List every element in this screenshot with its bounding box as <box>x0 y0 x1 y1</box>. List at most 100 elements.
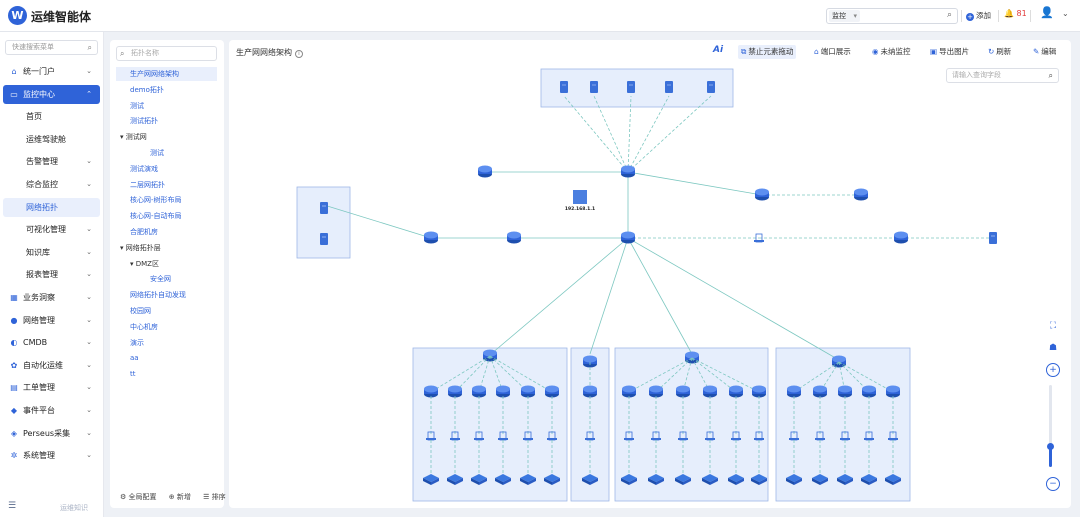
tree-item[interactable]: 测试 <box>130 99 144 113</box>
unmonitored-button[interactable]: ◉ 未纳监控 <box>869 45 914 59</box>
sidebar-item-9[interactable]: 报表管理 ⌄ <box>3 265 100 284</box>
sidebar-item-label: Perseus采集 <box>23 428 71 438</box>
sidebar-item-6[interactable]: 网络拓扑 <box>3 197 100 217</box>
sidebar-item-3[interactable]: 运维驾驶舱 <box>3 130 100 149</box>
chevron-down-icon: ⌄ <box>86 270 92 279</box>
sidebar-item-10[interactable]: ▦ 业务洞察 ⌄ <box>3 288 100 307</box>
sidebar-item-5[interactable]: 综合监控 ⌄ <box>3 175 100 194</box>
zoom-slider-fill <box>1049 446 1052 467</box>
collapse-menu-icon[interactable]: ☰ <box>8 501 16 511</box>
alerts-button[interactable]: 🔔 81 <box>1004 9 1027 18</box>
sidebar-item-11[interactable]: ● 网络管理 ⌄ <box>3 311 100 330</box>
router-icon <box>583 355 597 363</box>
sidebar-item-15[interactable]: ◆ 事件平台 ⌄ <box>3 401 100 420</box>
info-icon[interactable]: i <box>295 50 303 58</box>
tree-item[interactable]: demo拓扑 <box>130 83 164 97</box>
sidebar-item-14[interactable]: ▤ 工单管理 ⌄ <box>3 378 100 397</box>
tree-item[interactable]: 测试拓扑 <box>130 114 158 128</box>
zoom-out-icon[interactable]: − <box>1046 477 1060 491</box>
tree-item[interactable]: ▾ 网络拓扑层 <box>120 241 161 255</box>
host-icon <box>678 438 688 440</box>
port-display-button[interactable]: ⌂ 端口展示 <box>811 45 854 59</box>
router-icon <box>496 385 510 393</box>
tree-item[interactable]: 合肥机房 <box>130 225 158 239</box>
search-scope-select[interactable]: 监控 <box>829 10 860 22</box>
ai-button[interactable]: Ai <box>713 45 723 55</box>
network-link <box>627 95 712 173</box>
layout-icon[interactable]: ☗ <box>1046 342 1060 356</box>
sidebar-footer-link[interactable]: 运维知识 <box>60 503 88 513</box>
app-title: 运维智能体 <box>31 10 92 24</box>
edit-button[interactable]: ✎ 编辑 <box>1030 45 1059 59</box>
sidebar-item-label: 监控中心 <box>23 89 55 99</box>
disable-drag-label: 禁止元素拖动 <box>748 47 794 56</box>
tree-item[interactable]: 二层网拓扑 <box>130 178 165 192</box>
tree-item[interactable]: ▾ DMZ区 <box>130 257 159 271</box>
topology-search-input[interactable]: ⌕ 拓扑名称 <box>116 46 217 61</box>
tree-item[interactable]: 安全网 <box>150 272 171 286</box>
tree-item[interactable]: 网络拓扑自动发现 <box>130 288 186 302</box>
tree-item[interactable]: 中心机房 <box>130 320 158 334</box>
chevron-down-icon: ⌄ <box>86 451 92 460</box>
add-topology-button[interactable]: ⊕ 新增 <box>169 493 196 501</box>
global-search-box[interactable]: 监控 ⌕ <box>826 8 958 24</box>
topology-graph[interactable]: 192.168.1.1 <box>229 40 1071 508</box>
device-group <box>296 186 351 259</box>
chevron-down-icon: ⌄ <box>86 383 92 392</box>
tree-item[interactable]: 生产网网络架构 <box>116 67 217 81</box>
router-icon <box>752 385 766 393</box>
event-icon: ◆ <box>10 406 18 415</box>
sidebar-item-16[interactable]: ◈ Perseus采集 ⌄ <box>3 424 100 443</box>
add-button[interactable]: + 添加 <box>966 10 991 21</box>
tree-item[interactable]: 测试 <box>150 146 164 160</box>
sidebar-item-label: 网络管理 <box>23 315 55 325</box>
sidebar-item-13[interactable]: ✿ 自动化运维 ⌄ <box>3 356 100 375</box>
zoom-in-icon[interactable]: + <box>1046 363 1060 377</box>
sidebar-item-4[interactable]: 告警管理 ⌄ <box>3 152 100 171</box>
tree-item[interactable]: ▾ 测试网 <box>120 130 147 144</box>
add-label: 添加 <box>976 11 991 20</box>
sidebar-item-8[interactable]: 知识库 ⌄ <box>3 243 100 262</box>
router-icon <box>838 385 852 393</box>
tree-item[interactable]: aa <box>130 351 139 365</box>
sidebar-item-0[interactable]: ⌂ 统一门户 ⌄ <box>3 62 100 81</box>
user-icon[interactable]: 👤 <box>1040 6 1054 19</box>
sidebar-item-17[interactable]: ✲ 系统管理 ⌄ <box>3 446 100 465</box>
sort-button[interactable]: ☰ 排序 <box>203 493 231 501</box>
global-config-button[interactable]: ⚙ 全局配置 <box>120 493 162 501</box>
alert-count: 81 <box>1016 9 1027 18</box>
app-logo[interactable]: W <box>8 6 27 25</box>
sidebar: 快速搜索菜单 ⌕ ⌂ 统一门户 ⌄ ▭ 监控中心 ⌃ 首页运维驾驶舱告警管理 ⌄ 综合监控 ⌄ 网络… <box>0 32 104 517</box>
divider <box>998 10 999 22</box>
tree-footer: ⚙ 全局配置 ⊕ 新增 ☰ 排序 <box>120 492 236 502</box>
core-device-label: 192.168.1.1 <box>565 206 595 212</box>
chevron-down-icon[interactable]: ⌄ <box>1062 9 1069 18</box>
tree-item[interactable]: 演示 <box>130 336 144 350</box>
field-search-input[interactable]: 请输入查询字段 ⌕ <box>946 68 1059 83</box>
tree-item[interactable]: 核心网-自动布局 <box>130 209 182 223</box>
tree-item[interactable]: 核心网-树形布局 <box>130 193 182 207</box>
tree-item[interactable]: 测试演戏 <box>130 162 158 176</box>
topology-tree-panel: ⌕ 拓扑名称 生产网网络架构 demo拓扑 测试 测试拓扑 ▾ 测试网 测试 测试演戏 二层网… <box>110 40 226 508</box>
tree-item[interactable]: tt <box>130 367 136 381</box>
fit-screen-icon[interactable]: ⛶ <box>1046 320 1060 334</box>
zoom-slider[interactable] <box>1047 385 1054 467</box>
search-icon[interactable]: ⌕ <box>947 10 952 20</box>
router-icon <box>729 385 743 393</box>
sidebar-item-label: 首页 <box>26 112 42 122</box>
menu-search-input[interactable]: 快速搜索菜单 ⌕ <box>5 40 98 55</box>
refresh-button[interactable]: ↻ 刷新 <box>985 45 1014 59</box>
zoom-slider-handle[interactable] <box>1047 442 1054 450</box>
sidebar-item-2[interactable]: 首页 <box>3 107 100 126</box>
host-icon <box>547 438 557 440</box>
export-image-button[interactable]: ▣ 导出图片 <box>927 45 972 59</box>
sidebar-item-12[interactable]: ◐ CMDB ⌄ <box>3 333 100 352</box>
tree-item-label: 校园网 <box>130 307 151 315</box>
device-group <box>614 347 769 502</box>
disable-drag-button[interactable]: ⧉ 禁止元素拖动 <box>738 45 797 59</box>
export-image-label: 导出图片 <box>939 47 970 56</box>
tree-item[interactable]: 校园网 <box>130 304 151 318</box>
sidebar-item-7[interactable]: 可视化管理 ⌄ <box>3 220 100 239</box>
router-icon <box>676 385 690 393</box>
sidebar-item-1[interactable]: ▭ 监控中心 ⌃ <box>3 84 100 104</box>
